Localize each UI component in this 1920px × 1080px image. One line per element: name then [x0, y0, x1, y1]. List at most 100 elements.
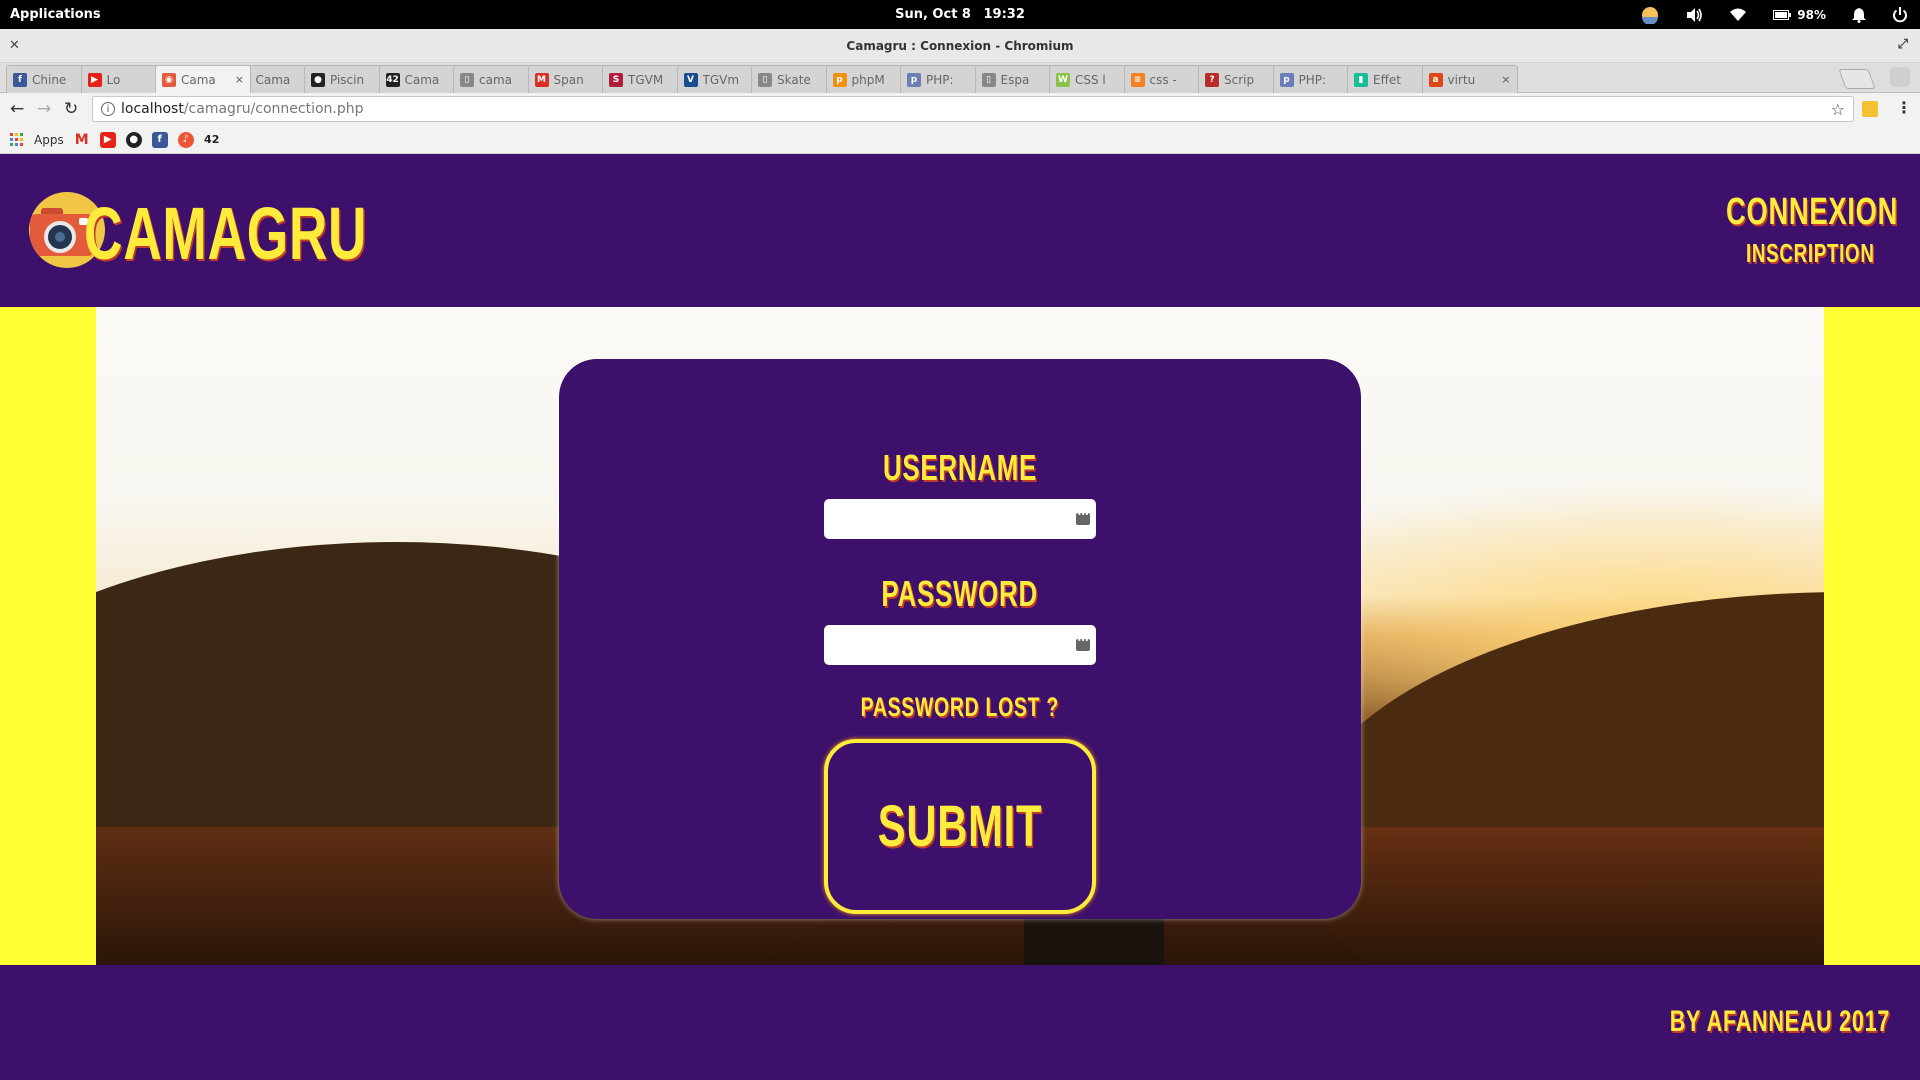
clock-date: Sun, Oct 8 — [895, 7, 971, 22]
tab-label: Effet — [1373, 72, 1401, 87]
42-icon: 42 — [385, 72, 400, 87]
sncf-icon: S — [609, 72, 623, 87]
extension-icon[interactable] — [1862, 101, 1878, 117]
nav-inscription-link[interactable]: INSCRIPTION — [1746, 238, 1875, 269]
site-footer: BY AFANNEAU 2017 — [0, 965, 1920, 1080]
youtube-icon: ▶ — [87, 72, 102, 87]
window-title-bar: ✕ Camagru : Connexion - Chromium ⤢ — [0, 29, 1920, 63]
tab-label: TGVM — [628, 72, 664, 87]
browser-menu-icon[interactable]: ⋮ — [1896, 98, 1912, 117]
site-title[interactable]: CAMAGRU — [84, 191, 367, 276]
password-label: PASSWORD — [881, 573, 1039, 614]
tab-label: Skate — [777, 72, 811, 87]
facebook-icon[interactable]: f — [151, 131, 168, 148]
tab-label: Chine — [32, 72, 67, 87]
facebook-icon: f — [13, 72, 27, 87]
github-icon: ● — [311, 72, 325, 87]
tab-label: Scrip — [1224, 72, 1255, 87]
tab-label: virtu — [1447, 72, 1476, 87]
browser-toolbar: ← → ↻ i localhost/camagru/connection.php… — [0, 93, 1920, 126]
submit-button[interactable]: SUBMIT — [824, 739, 1096, 914]
tab-label: Cama — [404, 72, 440, 87]
tab-label: phpM — [851, 72, 885, 87]
site-info-icon[interactable]: i — [101, 102, 115, 116]
stackoverflow-icon: ≡ — [1130, 72, 1145, 87]
battery-icon — [1773, 10, 1792, 20]
tab-label: Lo — [106, 72, 121, 87]
profile-icon[interactable] — [1890, 67, 1910, 87]
reload-icon[interactable]: ↻ — [64, 99, 78, 119]
tab-label: Espa — [1000, 72, 1030, 87]
url-path: /camagru/connection.php — [183, 101, 364, 117]
battery-percent: 98% — [1797, 8, 1826, 22]
window-title: Camagru : Connexion - Chromium — [846, 39, 1074, 53]
tab-label: PHP: — [1298, 72, 1327, 87]
footer-credit: BY AFANNEAU 2017 — [1669, 1005, 1890, 1038]
password-lost-link[interactable]: PASSWORD LOST ? — [559, 692, 1361, 723]
php-icon: p — [907, 72, 921, 87]
bookmarks-bar: Apps M ▶ ● f ♪ 42 — [0, 126, 1920, 154]
42-icon[interactable]: 42 — [204, 132, 220, 148]
tab-label: Cama — [255, 72, 291, 87]
camagru-icon: ◉ — [162, 72, 176, 87]
weather-icon[interactable] — [1641, 6, 1659, 24]
tab-label: Piscin — [330, 72, 365, 87]
bookmark-star-icon[interactable]: ☆ — [1831, 100, 1845, 119]
apps-grid-icon[interactable] — [10, 132, 24, 147]
wifi-icon[interactable] — [1729, 8, 1747, 22]
new-tab-button[interactable] — [1838, 69, 1876, 89]
tab-label: TGVm — [702, 72, 740, 87]
submit-label: SUBMIT — [877, 794, 1043, 859]
login-card: USERNAME PASSWORD PASSWORD LOST ? SUBMIT — [559, 359, 1361, 919]
apps-bookmark-label[interactable]: Apps — [34, 133, 64, 147]
autofill-key-icon[interactable] — [1076, 636, 1090, 651]
power-icon[interactable] — [1892, 7, 1908, 23]
url-host: localhost — [121, 101, 184, 117]
notification-bell-icon[interactable] — [1852, 7, 1866, 23]
gmail-icon: M — [534, 72, 549, 87]
w3c-icon: W — [1056, 72, 1070, 87]
tab-label: Cama — [181, 72, 216, 87]
page-icon: ▯ — [981, 72, 996, 87]
browser-tab[interactable]: a virtu × — [1421, 65, 1518, 93]
volume-icon[interactable] — [1685, 7, 1703, 23]
quora-icon: ? — [1205, 72, 1219, 87]
tab-label: cama — [479, 72, 512, 87]
content-area: USERNAME PASSWORD PASSWORD LOST ? SUBMIT — [0, 307, 1920, 965]
tab-strip: fChine×▶Lo×◉Cama×●Cama×●Piscin×42Cama×▯c… — [0, 63, 1920, 93]
v-icon: V — [683, 72, 698, 87]
tab-label: PHP: — [926, 72, 954, 87]
github-icon[interactable]: ● — [125, 131, 142, 148]
gmail-icon[interactable]: M — [74, 132, 90, 148]
battery-status[interactable]: 98% — [1773, 8, 1826, 22]
page-icon: ▯ — [758, 72, 772, 87]
site-header: CAMAGRU CONNEXION INSCRIPTION — [0, 154, 1920, 307]
window-maximize-icon[interactable]: ⤢ — [1898, 37, 1908, 52]
page-icon: ▯ — [460, 72, 474, 87]
phpmyadmin-icon: p — [832, 72, 847, 87]
forward-arrow-icon[interactable]: → — [37, 99, 51, 119]
tab-close-icon[interactable]: × — [1501, 73, 1510, 86]
tab-label: Span — [553, 72, 584, 87]
askubuntu-icon: a — [1428, 72, 1443, 87]
youtube-icon[interactable]: ▶ — [99, 131, 116, 148]
clock[interactable]: Sun, Oct 8 19:32 — [0, 7, 1920, 22]
back-arrow-icon[interactable]: ← — [10, 99, 24, 119]
autofill-key-icon[interactable] — [1076, 510, 1090, 525]
username-label: USERNAME — [882, 447, 1038, 488]
clock-time: 19:32 — [983, 7, 1025, 22]
tab-label: css - — [1149, 72, 1177, 87]
tab-close-icon[interactable]: × — [235, 73, 244, 86]
tab-label: CSS l — [1075, 72, 1106, 87]
page-viewport: CAMAGRU CONNEXION INSCRIPTION USERNAME P… — [0, 154, 1920, 1080]
effet-icon: ▮ — [1354, 72, 1368, 87]
system-tray: 98% — [1641, 4, 1908, 26]
php-icon: p — [1279, 72, 1294, 87]
browser-tab[interactable]: ◉ Cama × — [155, 65, 251, 93]
address-bar[interactable]: i localhost/camagru/connection.php ☆ — [92, 96, 1854, 122]
username-input[interactable] — [824, 499, 1096, 539]
password-input[interactable] — [824, 625, 1096, 665]
deezer-icon[interactable]: ♪ — [177, 131, 194, 148]
nav-connexion-link[interactable]: CONNEXION — [1726, 191, 1898, 234]
os-top-bar: Applications Sun, Oct 8 19:32 98% — [0, 0, 1920, 29]
